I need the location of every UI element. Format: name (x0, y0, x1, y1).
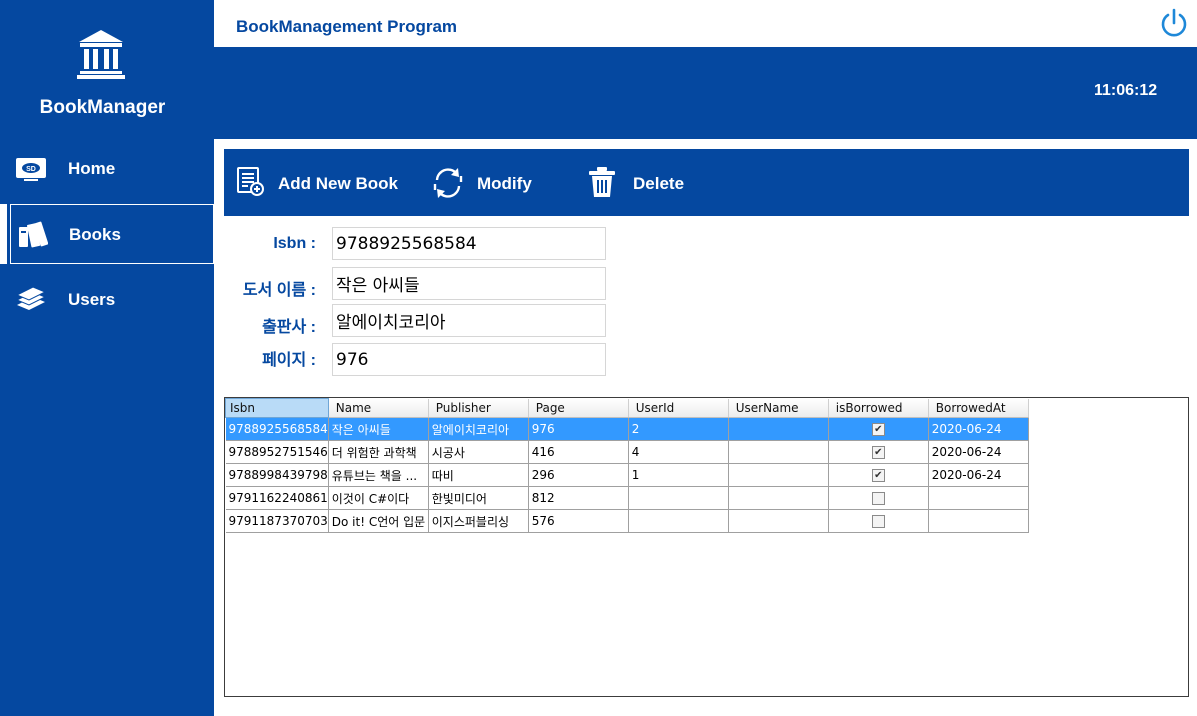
trash-icon (589, 167, 615, 197)
cell-isborrowed[interactable]: ✔ (828, 463, 929, 487)
cell-username[interactable] (728, 417, 829, 441)
title-bar: BookManagement Program (214, 0, 1197, 47)
svg-text:SD: SD (26, 166, 36, 173)
nav-item-home[interactable]: SD Home (0, 140, 214, 200)
power-icon[interactable] (1159, 8, 1189, 38)
cell-borrowedat[interactable]: 2020-06-24 (928, 463, 1029, 487)
checkbox-checked[interactable]: ✔ (871, 469, 885, 482)
delete-button[interactable]: Delete (584, 149, 714, 216)
app-name: BookManager (39, 97, 166, 118)
nav-item-books[interactable]: Books (10, 204, 214, 264)
column-header-borrowedat[interactable]: BorrowedAt (928, 398, 1029, 418)
cell-isborrowed[interactable]: ✔ (828, 440, 929, 464)
cell-userid[interactable]: 2 (628, 417, 729, 441)
nav-label-home: Home (68, 159, 116, 178)
checkbox-checked[interactable]: ✔ (871, 446, 885, 459)
cell-publisher[interactable]: 알에이치코리아 (428, 417, 529, 441)
refresh-icon (433, 168, 463, 198)
column-header-publisher[interactable]: Publisher (428, 398, 529, 418)
column-header-username[interactable]: UserName (728, 398, 829, 418)
book-name-label: 도서 이름 : (242, 282, 316, 299)
nav-label-books: Books (69, 225, 121, 244)
isbn-input[interactable] (332, 227, 606, 260)
delete-label: Delete (633, 174, 685, 193)
bank-logo-icon (77, 30, 125, 79)
header-band: 11:06:12 (214, 47, 1197, 139)
cell-name[interactable]: 더 위험한 과학책 (328, 440, 429, 464)
cell-page[interactable]: 976 (528, 417, 629, 441)
active-nav-indicator (0, 204, 7, 264)
books-grid[interactable]: Isbn Name Publisher Page UserId UserName… (224, 397, 1189, 697)
cell-page[interactable]: 812 (528, 486, 629, 510)
cell-publisher[interactable]: 이지스퍼블리싱 (428, 509, 529, 533)
cell-publisher[interactable]: 시공사 (428, 440, 529, 464)
table-row[interactable]: 9788952751546 더 위험한 과학책 시공사 416 4 ✔ 2020-06-24 (225, 440, 1029, 464)
cell-page[interactable]: 576 (528, 509, 629, 533)
column-header-isbn[interactable]: Isbn (225, 398, 329, 418)
page-input[interactable] (332, 343, 606, 376)
users-icon (15, 286, 47, 310)
cell-borrowedat[interactable]: 2020-06-24 (928, 440, 1029, 464)
window-title: BookManagement Program (236, 17, 458, 36)
cell-publisher[interactable]: 한빛미디어 (428, 486, 529, 510)
modify-label: Modify (477, 174, 532, 193)
cell-borrowedat[interactable] (928, 509, 1029, 533)
cell-username[interactable] (728, 486, 829, 510)
cell-userid[interactable] (628, 509, 729, 533)
cell-isbn[interactable]: 9788925568584 (225, 417, 329, 441)
add-book-icon (237, 167, 264, 196)
cell-username[interactable] (728, 509, 829, 533)
cell-isborrowed[interactable] (828, 486, 929, 510)
cell-userid[interactable]: 1 (628, 463, 729, 487)
table-row[interactable]: 9788925568584 작은 아씨들 알에이치코리아 976 2 ✔ 2020-06-2… (225, 417, 1029, 441)
cell-name[interactable]: 이것이 C#이다 (328, 486, 429, 510)
table-row[interactable]: 9791162240861 이것이 C#이다 한빛미디어 812 (225, 486, 1029, 510)
add-book-button[interactable]: Add New Book (232, 149, 412, 216)
cell-isborrowed[interactable]: ✔ (828, 417, 929, 441)
cell-isbn[interactable]: 9788998439798 (225, 463, 329, 487)
cell-isbn[interactable]: 9791162240861 (225, 486, 329, 510)
cell-name[interactable]: Do it! C언어 입문 (328, 509, 429, 533)
column-header-isborrowed[interactable]: isBorrowed (828, 398, 929, 418)
column-header-page[interactable]: Page (528, 398, 629, 418)
book-name-input[interactable] (332, 267, 606, 300)
cell-borrowedat[interactable]: 2020-06-24 (928, 417, 1029, 441)
checkbox-unchecked[interactable] (871, 492, 885, 505)
add-book-label: Add New Book (278, 174, 398, 193)
column-header-name[interactable]: Name (328, 398, 429, 418)
publisher-input[interactable] (332, 304, 606, 337)
books-table: Isbn Name Publisher Page UserId UserName… (225, 398, 1029, 533)
cell-isbn[interactable]: 9791187370703 (225, 509, 329, 533)
home-icon: SD (16, 158, 46, 181)
cell-name[interactable]: 유튜브는 책을 ... (328, 463, 429, 487)
cell-isbn[interactable]: 9788952751546 (225, 440, 329, 464)
checkbox-checked[interactable]: ✔ (871, 423, 885, 436)
cell-username[interactable] (728, 440, 829, 464)
cell-userid[interactable]: 4 (628, 440, 729, 464)
table-row[interactable]: 9791187370703 Do it! C언어 입문 이지스퍼블리싱 576 (225, 509, 1029, 533)
cell-username[interactable] (728, 463, 829, 487)
table-row[interactable]: 9788998439798 유튜브는 책을 ... 따비 296 1 ✔ 2020-06-2… (225, 463, 1029, 487)
clock: 11:06:12 (1094, 82, 1158, 99)
cell-userid[interactable] (628, 486, 729, 510)
modify-button[interactable]: Modify (429, 149, 559, 216)
column-header-userid[interactable]: UserId (628, 398, 729, 418)
publisher-label: 출판사 : (262, 319, 316, 336)
cell-name[interactable]: 작은 아씨들 (328, 417, 429, 441)
cell-page[interactable]: 416 (528, 440, 629, 464)
cell-publisher[interactable]: 따비 (428, 463, 529, 487)
checkbox-unchecked[interactable] (871, 515, 885, 528)
isbn-label: Isbn : (273, 235, 316, 252)
books-icon (19, 221, 48, 248)
toolbar: Add New Book Modify Delete (224, 149, 1189, 216)
grid-header-row: Isbn Name Publisher Page UserId UserName… (225, 398, 1029, 418)
cell-page[interactable]: 296 (528, 463, 629, 487)
cell-borrowedat[interactable] (928, 486, 1029, 510)
nav-item-users[interactable]: Users (0, 271, 214, 331)
nav-label-users: Users (68, 290, 116, 309)
page-label: 페이지 : (262, 352, 316, 369)
cell-isborrowed[interactable] (828, 509, 929, 533)
sidebar: BookManager SD Home Books Users (0, 0, 214, 716)
